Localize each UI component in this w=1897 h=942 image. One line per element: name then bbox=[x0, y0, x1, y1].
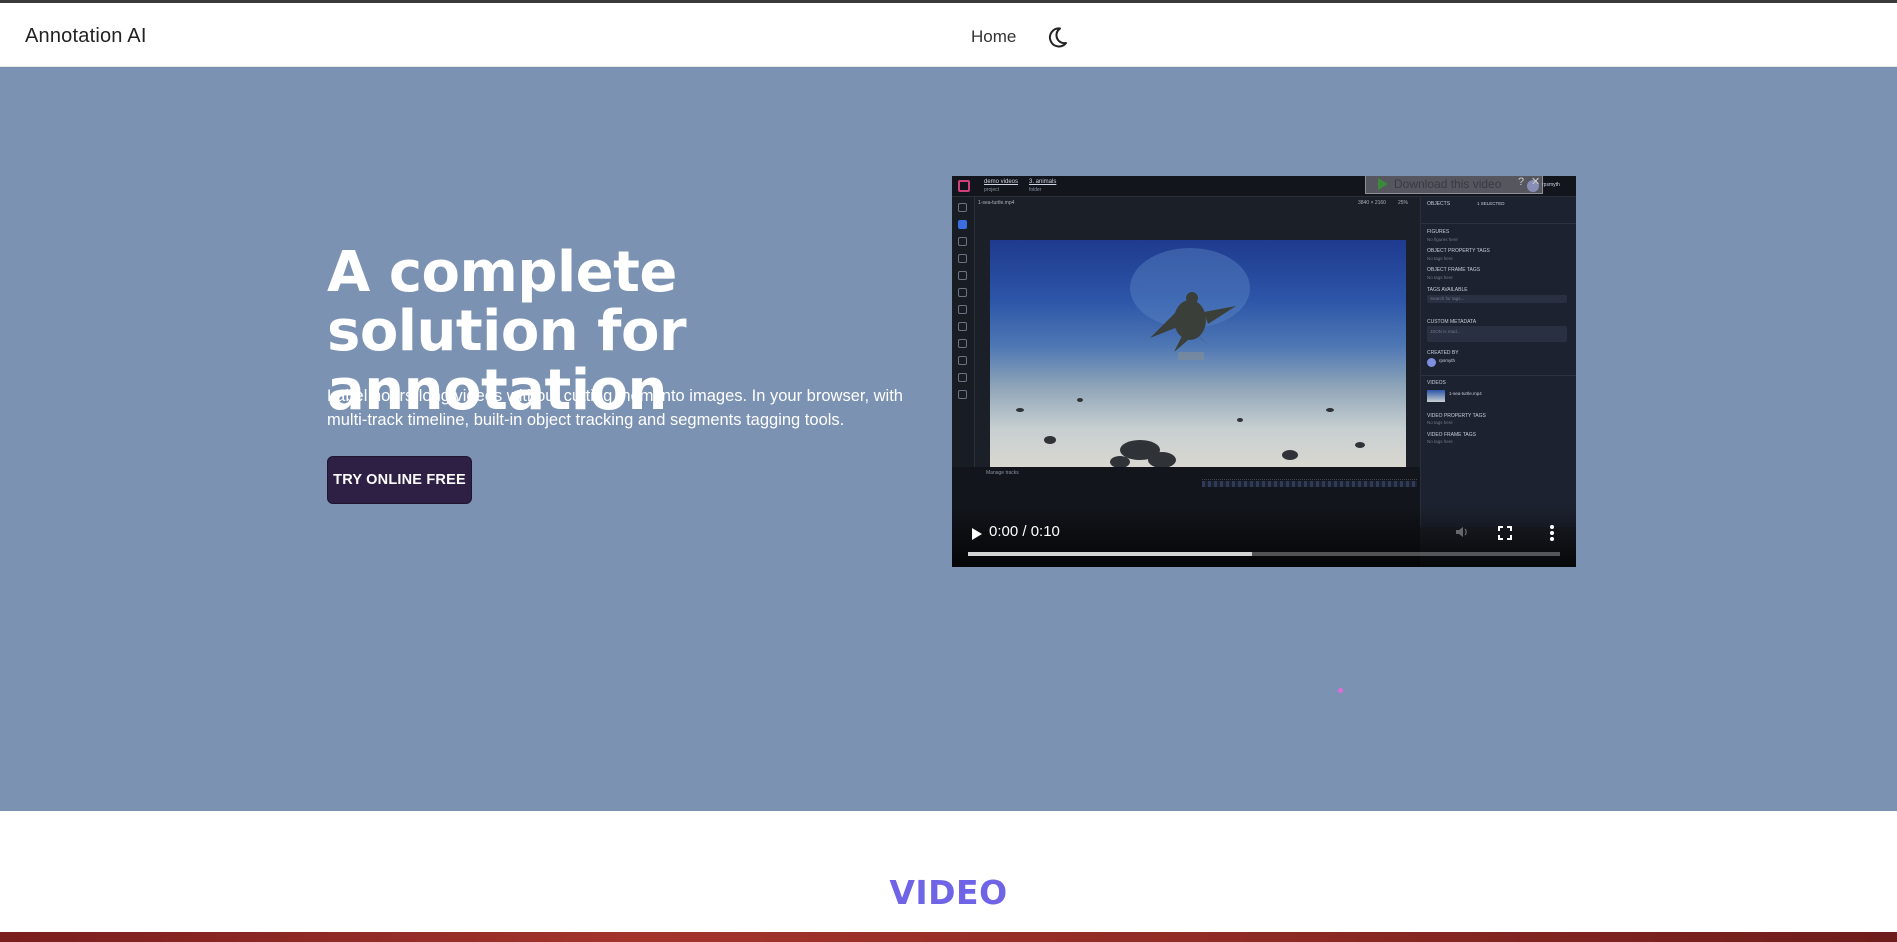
panel-row-label: TAGS AVAILABLE bbox=[1427, 287, 1468, 293]
panel-row-sub: No figures here bbox=[1427, 237, 1458, 242]
navbar: Annotation AI Home bbox=[0, 3, 1897, 67]
user-name: rpsmyth bbox=[1542, 182, 1560, 188]
hero-section bbox=[0, 67, 1897, 811]
timeline-ruler bbox=[1202, 473, 1417, 480]
video-thumbnail bbox=[1427, 390, 1445, 402]
panel-row-sub: 1 SELECTED bbox=[1477, 201, 1505, 206]
video-progress-bar[interactable] bbox=[968, 552, 1560, 556]
pen-tool-icon bbox=[958, 356, 967, 365]
demo-video-player[interactable]: demo videos project 3. animals folder rp… bbox=[952, 176, 1576, 567]
line-tool-icon bbox=[958, 339, 967, 348]
panel-row-label: OBJECT PROPERTY TAGS bbox=[1427, 248, 1490, 254]
hero-subtitle: Label hours-long videos without cutting … bbox=[327, 387, 903, 429]
breadcrumb-folder-sub: folder bbox=[1029, 187, 1042, 193]
timeline-label: Manage tracks bbox=[986, 470, 1019, 476]
app-logo-icon bbox=[958, 180, 970, 192]
moon-icon[interactable] bbox=[1044, 24, 1070, 50]
tool-sidebar bbox=[952, 197, 975, 467]
panel-row-sub: No tags here bbox=[1427, 439, 1453, 444]
panel-row-label: VIDEO FRAME TAGS bbox=[1427, 432, 1476, 438]
section-title-video: VIDEO bbox=[889, 873, 1008, 912]
panel-row-label: VIDEO PROPERTY TAGS bbox=[1427, 413, 1486, 419]
brand-logo-text[interactable]: Annotation AI bbox=[25, 25, 147, 48]
brush-tool-icon bbox=[958, 322, 967, 331]
select-tool-icon bbox=[958, 220, 967, 229]
file-name-label: 1-sea-turtle.mp4 bbox=[978, 200, 1015, 206]
progress-fill bbox=[968, 552, 1253, 556]
resolution-label: 3840 × 2160 bbox=[1358, 200, 1386, 206]
panel-row-sub: No tags here bbox=[1427, 275, 1453, 280]
pan-tool-icon bbox=[958, 237, 967, 246]
breadcrumb-folder: 3. animals bbox=[1029, 179, 1057, 185]
panel-row-sub: rpsmyth bbox=[1439, 358, 1456, 363]
download-label: Download this video bbox=[1394, 177, 1502, 191]
settings-tool-icon bbox=[958, 390, 967, 399]
volume-icon[interactable] bbox=[1454, 524, 1470, 540]
panel-row-sub: JSON is read... bbox=[1430, 329, 1461, 334]
zoom-label: 25% bbox=[1398, 200, 1409, 206]
panel-row-sub: Search for tags... bbox=[1430, 296, 1465, 301]
polygon-tool-icon bbox=[958, 305, 967, 314]
try-online-free-button[interactable]: TRY ONLINE FREE bbox=[327, 456, 472, 504]
creator-avatar bbox=[1427, 358, 1436, 367]
download-video-bar[interactable]: Download this video ? ✕ bbox=[1365, 176, 1543, 194]
breadcrumb-project: demo videos bbox=[984, 179, 1019, 185]
video-frame-image bbox=[990, 240, 1406, 476]
panel-row-sub: 1-sea-turtle.mp4 bbox=[1449, 391, 1482, 396]
panel-row-label: CREATED BY bbox=[1427, 350, 1459, 356]
panel-row-label: VIDEOS bbox=[1427, 380, 1446, 386]
nav-link-home[interactable]: Home bbox=[971, 27, 1016, 47]
polyline-tool-icon bbox=[958, 288, 967, 297]
play-icon[interactable] bbox=[972, 528, 982, 540]
help-icon[interactable]: ? bbox=[1518, 176, 1524, 191]
panel-row-label: OBJECT FRAME TAGS bbox=[1427, 267, 1481, 273]
close-icon[interactable]: ✕ bbox=[1531, 176, 1540, 191]
timeline-track bbox=[1202, 481, 1417, 487]
next-section-preview bbox=[0, 932, 1897, 942]
panel-row-sub: No tags here bbox=[1427, 256, 1453, 261]
move-tool-icon bbox=[958, 203, 967, 212]
panel-row-label: OBJECTS bbox=[1427, 201, 1451, 207]
stamp-tool-icon bbox=[958, 373, 967, 382]
panel-row-sub: No tags here bbox=[1427, 420, 1453, 425]
breadcrumb-project-sub: project bbox=[984, 187, 1000, 193]
point-tool-icon bbox=[958, 254, 967, 263]
panel-row-label: FIGURES bbox=[1427, 229, 1450, 235]
fullscreen-icon[interactable] bbox=[1498, 526, 1512, 540]
divider bbox=[1421, 375, 1576, 376]
rectangle-tool-icon bbox=[958, 271, 967, 280]
play-icon bbox=[1378, 178, 1388, 190]
time-display: 0:00 / 0:10 bbox=[989, 523, 1060, 540]
panel-row-label: CUSTOM METADATA bbox=[1427, 319, 1477, 325]
decorative-dot bbox=[1338, 688, 1343, 693]
divider bbox=[1421, 223, 1576, 224]
annotation-side-panel: OBJECTS 1 SELECTED FIGURES No figures he… bbox=[1420, 197, 1576, 527]
more-options-icon[interactable] bbox=[1549, 524, 1555, 542]
